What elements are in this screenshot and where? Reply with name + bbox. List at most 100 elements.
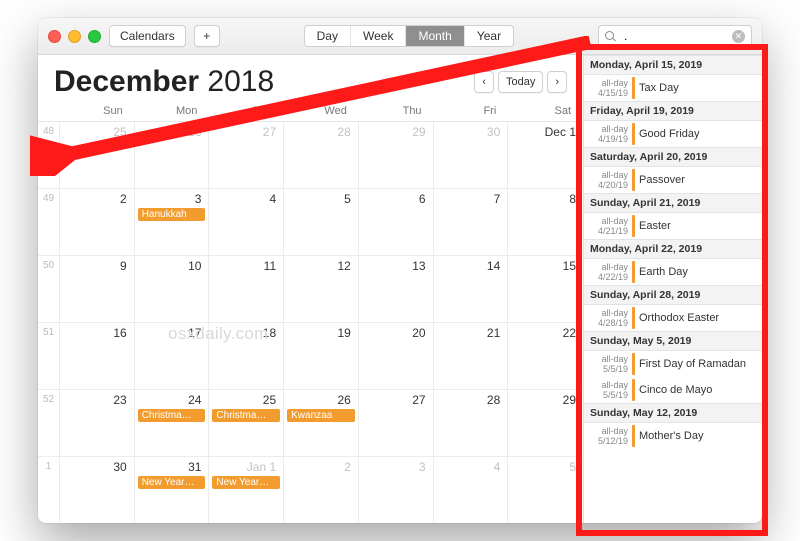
day-cell[interactable]: 8 bbox=[508, 189, 583, 255]
calendar-event[interactable]: Kwanzaa bbox=[287, 409, 355, 422]
day-cell[interactable]: 16 bbox=[60, 323, 135, 389]
day-cell[interactable]: 28 bbox=[284, 122, 359, 188]
result-item[interactable]: all-day4/19/19Good Friday bbox=[584, 121, 762, 147]
prev-month-button[interactable]: ‹ bbox=[474, 71, 494, 93]
day-number: 22 bbox=[511, 326, 580, 340]
day-cell[interactable]: Jan 1 New Year… bbox=[209, 457, 284, 523]
day-number: 20 bbox=[362, 326, 430, 340]
calendar-event[interactable]: Hanukkah bbox=[138, 208, 206, 221]
result-item[interactable]: all-day4/28/19Orthodox Easter bbox=[584, 305, 762, 331]
calendar-panel: December 2018 ‹ Today › SunMonTueWedThuF… bbox=[38, 55, 584, 523]
day-cell[interactable]: 13 bbox=[359, 256, 434, 322]
calendar-event[interactable]: Christma… bbox=[212, 409, 280, 422]
result-title: First Day of Ramadan bbox=[639, 358, 756, 370]
day-cell[interactable]: 7 bbox=[434, 189, 509, 255]
day-cell[interactable]: 24 Christma… bbox=[135, 390, 210, 456]
day-number: 9 bbox=[63, 259, 131, 273]
day-cell[interactable]: 25 bbox=[60, 122, 135, 188]
result-item[interactable]: all-day4/15/19Tax Day bbox=[584, 75, 762, 101]
day-cell[interactable]: 5 bbox=[284, 189, 359, 255]
result-color-bar bbox=[632, 169, 635, 191]
day-cell[interactable]: 26Kwanzaa bbox=[284, 390, 359, 456]
day-cell[interactable]: 3 Hanukkah bbox=[135, 189, 210, 255]
search-input[interactable] bbox=[622, 28, 726, 44]
day-cell[interactable]: 20 bbox=[359, 323, 434, 389]
day-cell[interactable]: 27 bbox=[209, 122, 284, 188]
result-item[interactable]: all-day5/12/19Mother's Day bbox=[584, 423, 762, 449]
day-cell[interactable]: 30 bbox=[60, 457, 135, 523]
day-cell[interactable]: 5 bbox=[508, 457, 583, 523]
result-time: all-day4/19/19 bbox=[590, 124, 628, 144]
result-time: all-day4/22/19 bbox=[590, 262, 628, 282]
next-month-button[interactable]: › bbox=[547, 71, 567, 93]
calendar-event[interactable]: New Year… bbox=[212, 476, 280, 489]
day-cell[interactable]: 28 bbox=[434, 390, 509, 456]
day-cell[interactable]: 23 bbox=[60, 390, 135, 456]
day-number: 28 bbox=[287, 125, 355, 139]
day-cell[interactable]: 2 bbox=[60, 189, 135, 255]
result-item[interactable]: all-day4/22/19Earth Day bbox=[584, 259, 762, 285]
day-cell[interactable]: 4 bbox=[209, 189, 284, 255]
result-item[interactable]: all-day4/20/19Passover bbox=[584, 167, 762, 193]
week-number: 1 bbox=[38, 457, 60, 523]
day-number: 29 bbox=[511, 393, 580, 407]
day-number: 6 bbox=[362, 192, 430, 206]
day-cell[interactable]: 18 bbox=[209, 323, 284, 389]
calendars-label: Calendars bbox=[120, 29, 175, 43]
day-cell[interactable]: 27 bbox=[359, 390, 434, 456]
result-color-bar bbox=[632, 77, 635, 99]
result-day-header: Saturday, April 20, 2019 bbox=[584, 147, 762, 167]
search-results-panel[interactable]: Monday, April 15, 2019all-day4/15/19Tax … bbox=[584, 55, 762, 523]
today-button[interactable]: Today bbox=[498, 71, 543, 93]
day-cell[interactable]: 26 bbox=[135, 122, 210, 188]
day-cell[interactable]: 10 bbox=[135, 256, 210, 322]
toolbar: Calendars + Day Week Month Year ✕ bbox=[38, 18, 762, 55]
calendar-event[interactable]: New Year… bbox=[138, 476, 206, 489]
day-cell[interactable]: 11 bbox=[209, 256, 284, 322]
day-cell[interactable]: Dec 1 bbox=[508, 122, 583, 188]
day-cell[interactable]: 30 bbox=[434, 122, 509, 188]
add-button[interactable]: + bbox=[194, 25, 220, 47]
result-item[interactable]: all-day5/5/19First Day of Ramadan bbox=[584, 351, 762, 377]
day-number: 19 bbox=[287, 326, 355, 340]
day-number: 18 bbox=[212, 326, 280, 340]
view-week[interactable]: Week bbox=[351, 26, 406, 46]
day-cell[interactable]: 17 bbox=[135, 323, 210, 389]
day-cell[interactable]: 22 bbox=[508, 323, 583, 389]
day-number: 24 bbox=[138, 393, 206, 407]
day-cell[interactable]: 25Christma… bbox=[209, 390, 284, 456]
day-cell[interactable]: 14 bbox=[434, 256, 509, 322]
day-cell[interactable]: 3 bbox=[359, 457, 434, 523]
result-item[interactable]: all-day5/5/19Cinco de Mayo bbox=[584, 377, 762, 403]
clear-search-icon[interactable]: ✕ bbox=[732, 30, 745, 43]
result-item[interactable]: all-day4/21/19Easter bbox=[584, 213, 762, 239]
close-window-icon[interactable] bbox=[48, 30, 61, 43]
view-day[interactable]: Day bbox=[305, 26, 351, 46]
day-cell[interactable]: 21 bbox=[434, 323, 509, 389]
calendar-event[interactable]: Christma… bbox=[138, 409, 206, 422]
day-cell[interactable]: 12 bbox=[284, 256, 359, 322]
day-number: 31 bbox=[138, 460, 206, 474]
result-color-bar bbox=[632, 353, 635, 375]
day-cell[interactable]: 6 bbox=[359, 189, 434, 255]
day-cell[interactable]: 31 New Year… bbox=[135, 457, 210, 523]
day-number: 3 bbox=[138, 192, 206, 206]
day-cell[interactable]: 15 bbox=[508, 256, 583, 322]
day-cell[interactable]: 2 bbox=[284, 457, 359, 523]
day-cell[interactable]: 29 bbox=[508, 390, 583, 456]
search-field[interactable]: ✕ bbox=[598, 25, 752, 47]
view-month[interactable]: Month bbox=[406, 26, 464, 46]
day-cell[interactable]: 19 bbox=[284, 323, 359, 389]
day-cell[interactable]: 9 bbox=[60, 256, 135, 322]
day-cell[interactable]: 4 bbox=[434, 457, 509, 523]
day-cell[interactable]: 29 bbox=[359, 122, 434, 188]
day-number: Jan 1 bbox=[212, 460, 280, 474]
app-window: Calendars + Day Week Month Year ✕ Decemb… bbox=[38, 18, 762, 523]
result-day-header: Sunday, May 12, 2019 bbox=[584, 403, 762, 423]
minimize-window-icon[interactable] bbox=[68, 30, 81, 43]
view-year[interactable]: Year bbox=[465, 26, 513, 46]
day-number: 30 bbox=[63, 460, 131, 474]
calendars-button[interactable]: Calendars bbox=[109, 25, 186, 47]
zoom-window-icon[interactable] bbox=[88, 30, 101, 43]
result-title: Cinco de Mayo bbox=[639, 384, 756, 396]
